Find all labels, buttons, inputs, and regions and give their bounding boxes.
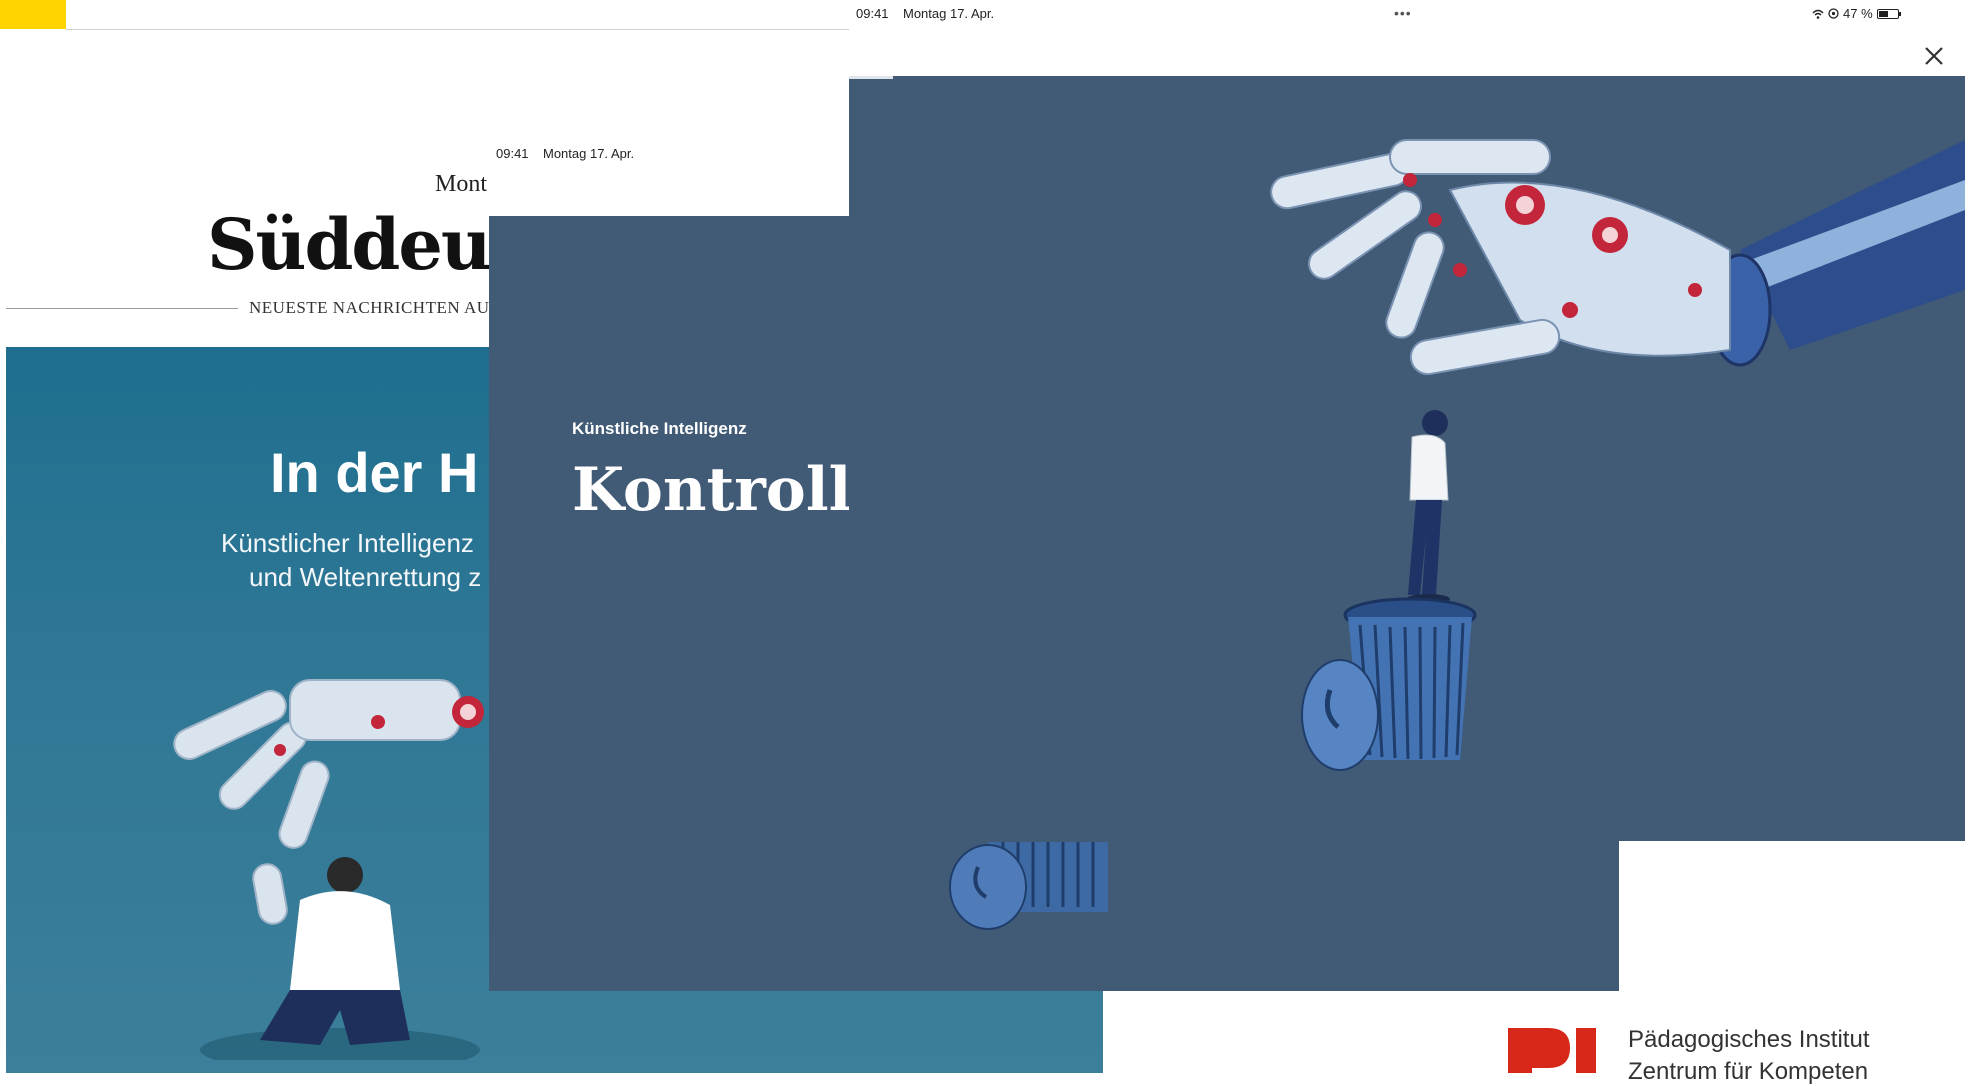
- modal-status-time: 09:41: [856, 6, 889, 21]
- trash-bin-icon: [1301, 597, 1477, 771]
- hero-subtitle-line1: Künstlicher Intelligenz: [221, 528, 474, 558]
- modal-status-date: Montag 17. Apr.: [903, 6, 995, 21]
- multitasking-dots-icon[interactable]: •••: [1394, 5, 1412, 21]
- institute-subname: Zentrum für Kompeten: [1628, 1058, 1869, 1085]
- panel-accent-bar: [849, 76, 893, 79]
- modal-header: [849, 28, 1968, 76]
- modal-status-clock: 09:41 Montag 17. Apr.: [856, 6, 994, 21]
- card-status-bar: 09:41 Montag 17. Apr.: [496, 146, 634, 161]
- hero-title: In der H: [270, 441, 479, 504]
- newspaper-masthead: Süddeut: [207, 203, 522, 286]
- location-icon: [1828, 8, 1839, 19]
- wifi-icon: [1812, 9, 1824, 19]
- masthead-tagline: NEUESTE NACHRICHTEN AUS: [249, 298, 500, 317]
- masthead-divider: [6, 308, 238, 309]
- issue-date: Mont: [435, 171, 488, 197]
- article-kicker: Künstliche Intelligenz: [572, 419, 747, 438]
- close-icon[interactable]: [1918, 40, 1950, 72]
- robot-hand-icon: [1270, 139, 1965, 376]
- robot-hand-and-man-illustration: [173, 679, 484, 1060]
- battery-icon: [1876, 8, 1901, 19]
- card-status-time: 09:41: [496, 146, 529, 161]
- institute-logo: [1508, 1028, 1596, 1073]
- top-divider: [66, 29, 850, 30]
- status-indicators: 47 %: [1812, 6, 1901, 21]
- falling-man-illustration: [1406, 410, 1450, 604]
- card-status-date: Montag 17. Apr.: [543, 146, 635, 161]
- institute-name: Pädagogisches Institut: [1628, 1026, 1870, 1053]
- trash-can-illustration: [949, 842, 1108, 930]
- hero-subtitle-line2: und Weltenrettung z: [249, 562, 482, 592]
- brand-tab: [0, 0, 66, 29]
- battery-percent: 47 %: [1843, 6, 1873, 21]
